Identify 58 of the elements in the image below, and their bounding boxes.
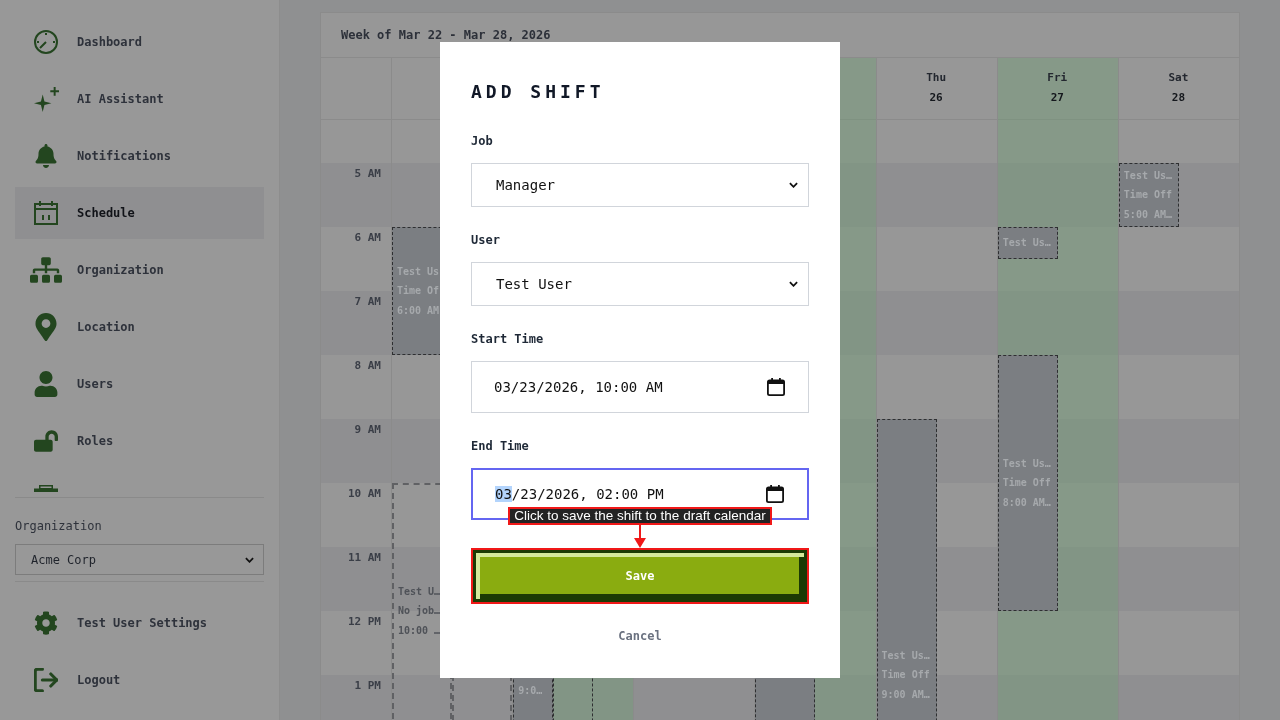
shift-text: Test U… xyxy=(398,584,441,599)
dropdown[interactable]: Manager xyxy=(471,163,809,207)
partial-icon xyxy=(34,485,58,492)
org-chart-icon xyxy=(30,256,62,284)
calendar-icon[interactable] xyxy=(767,378,785,396)
settings-link[interactable]: Test User Settings xyxy=(15,597,264,649)
nav-item[interactable]: Location xyxy=(15,301,264,353)
day-date: 28 xyxy=(1171,90,1186,106)
settings-icon xyxy=(34,611,58,635)
calendar-icon[interactable] xyxy=(766,485,784,503)
field-label: Start Time xyxy=(471,331,544,347)
day-name: Sat xyxy=(1168,70,1189,86)
day-date: 26 xyxy=(929,90,943,106)
nav-item[interactable]: Dashboard xyxy=(15,16,264,68)
chevron-down-icon xyxy=(789,281,798,287)
cancel-link[interactable]: Cancel xyxy=(618,628,662,644)
hour-label: 11 AM xyxy=(347,551,381,565)
field-label: Job xyxy=(471,133,493,149)
shift-text: No job… xyxy=(398,604,441,619)
dialog-title: ADD SHIFT xyxy=(471,80,605,104)
nav-item[interactable]: Notifications xyxy=(15,130,264,182)
hour-label: 8 AM xyxy=(354,359,381,373)
nav-item[interactable]: AI Assistant xyxy=(15,73,264,125)
sparkle-icon xyxy=(33,86,59,112)
hour-label: 7 AM xyxy=(354,295,381,309)
shift-text: 10:00 … xyxy=(398,623,441,638)
chevron-down-icon xyxy=(789,182,798,188)
field-label: User xyxy=(471,232,500,248)
hour-label: 1 PM xyxy=(354,679,381,693)
unlocked-padlock-icon xyxy=(34,429,58,453)
hour-label: 10 AM xyxy=(347,487,381,501)
organization-label: Organization xyxy=(15,518,102,534)
week-title: Week of Mar 22 - Mar 28, 2026 xyxy=(341,27,551,44)
logout-link[interactable]: Logout xyxy=(15,654,264,706)
hour-label: 5 AM xyxy=(354,167,381,181)
map-pin-icon xyxy=(35,313,57,341)
field-label: End Time xyxy=(471,438,529,454)
dropdown[interactable]: Test User xyxy=(471,262,809,306)
nav-item[interactable]: Organization xyxy=(15,244,264,296)
hour-label: 6 AM xyxy=(354,231,381,245)
chevron-down-icon xyxy=(245,556,254,563)
nav-item[interactable]: Roles xyxy=(15,415,264,467)
nav-item[interactable]: Schedule xyxy=(15,187,264,239)
day-date: 27 xyxy=(1050,90,1064,106)
annotation-tooltip: Click to save the shift to the draft calendar xyxy=(508,507,772,525)
bell-icon xyxy=(34,144,58,168)
save-button[interactable]: Save xyxy=(473,550,807,602)
datetime-input[interactable]: 03/23/2026, 10:00 AM xyxy=(471,361,809,413)
day-name: Thu xyxy=(926,70,947,86)
day-name: Fri xyxy=(1047,70,1068,86)
hour-label: 12 PM xyxy=(347,615,381,629)
nav-item[interactable]: Users xyxy=(15,358,264,410)
dial-icon xyxy=(34,30,58,54)
calendar-icon xyxy=(34,201,58,225)
user-icon xyxy=(34,371,58,397)
logout-icon xyxy=(34,668,58,692)
hour-label: 9 AM xyxy=(354,423,381,437)
organization-select[interactable]: Acme Corp xyxy=(15,544,264,575)
